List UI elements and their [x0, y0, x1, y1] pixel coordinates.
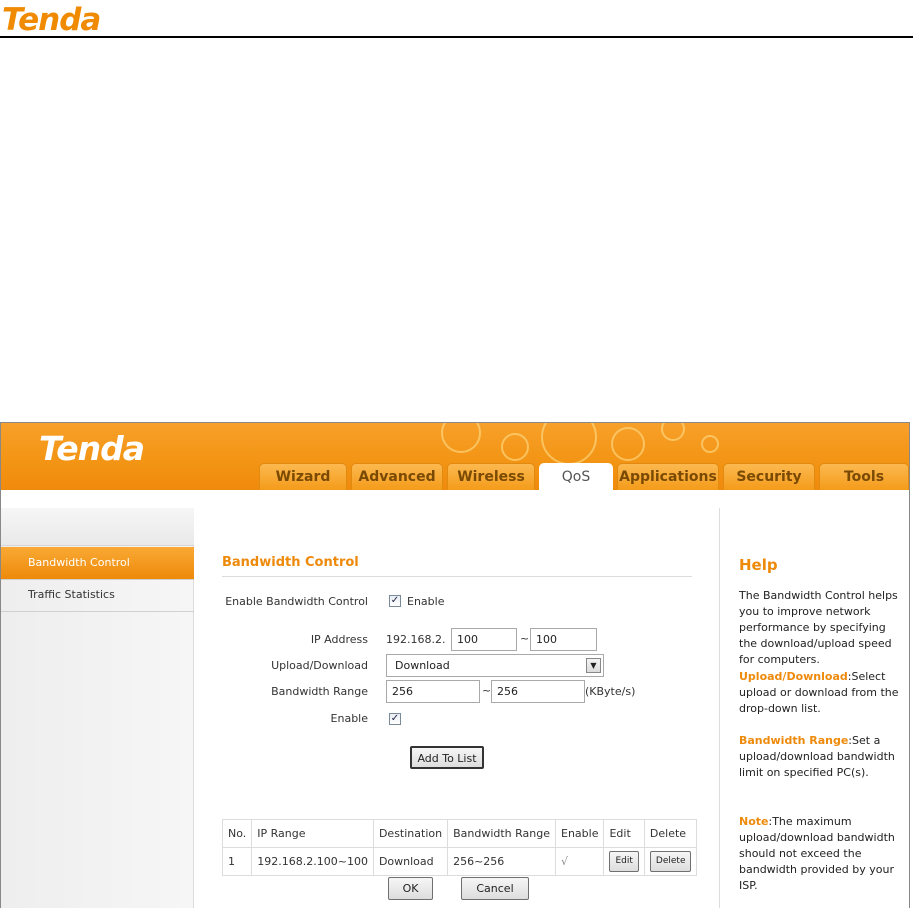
col-header-edit: Edit: [603, 819, 645, 848]
cell-bandwidth: 256~256: [447, 847, 556, 876]
help-note: Note:The maximum upload/download bandwid…: [739, 814, 899, 894]
ok-button[interactable]: OK: [388, 877, 433, 900]
help-intro: The Bandwidth Control helps you to impro…: [739, 589, 898, 666]
cancel-button[interactable]: Cancel: [461, 877, 529, 900]
sidebar-item-bandwidth-control[interactable]: Bandwidth Control: [1, 547, 194, 579]
enable-checkbox[interactable]: ✓: [389, 713, 401, 725]
help-upload-download: Upload/Download:Select upload or downloa…: [739, 669, 899, 717]
enable-label: Enable: [330, 712, 368, 725]
ip-range-tilde: ~: [520, 632, 530, 645]
col-header-destination: Destination: [372, 819, 449, 848]
subheader-bar: [1, 490, 909, 508]
add-to-list-button[interactable]: Add To List: [410, 746, 484, 769]
col-header-enable: Enable: [554, 819, 605, 848]
sidebar-item-traffic-statistics[interactable]: Traffic Statistics: [1, 579, 194, 611]
bandwidth-unit: (KByte/s): [585, 685, 636, 698]
cell-destination: Download: [372, 847, 449, 876]
edit-row-button[interactable]: Edit: [609, 851, 639, 872]
sidebar-header: [1, 508, 194, 546]
title-divider: [222, 576, 692, 577]
enable-bandwidth-checkbox[interactable]: ✓: [389, 595, 401, 607]
tab-qos[interactable]: QoS: [539, 463, 613, 492]
tab-tools[interactable]: Tools: [819, 463, 909, 491]
tab-security[interactable]: Security: [723, 463, 815, 491]
sidebar-divider: [1, 611, 194, 612]
col-header-ip-range: IP Range: [251, 819, 374, 848]
enable-bandwidth-label: Enable Bandwidth Control: [225, 595, 368, 608]
help-panel: Help The Bandwidth Control helps you to …: [719, 508, 909, 908]
main-nav-tabs: Wizard Advanced Wireless QoS Application…: [1, 463, 909, 492]
page-title: Bandwidth Control: [222, 555, 359, 570]
cell-edit: Edit: [603, 847, 645, 876]
col-header-bandwidth-range: Bandwidth Range: [447, 819, 556, 848]
ip-start-input[interactable]: 100: [451, 628, 517, 651]
help-term-upload-download: Upload/Download: [739, 670, 848, 683]
main-content: Bandwidth Control Enable Bandwidth Contr…: [195, 508, 719, 908]
cell-no: 1: [221, 847, 253, 876]
cell-delete: Delete: [643, 847, 698, 876]
bandwidth-start-input[interactable]: 256: [386, 680, 480, 703]
col-header-no: No.: [221, 819, 253, 848]
chevron-down-icon[interactable]: ▼: [586, 658, 601, 673]
ip-prefix: 192.168.2.: [386, 633, 446, 646]
bandwidth-end-input[interactable]: 256: [491, 680, 585, 703]
sidebar: Bandwidth Control Traffic Statistics: [1, 508, 194, 908]
cell-ip-range: 192.168.2.100~100: [251, 847, 374, 876]
help-term-bandwidth-range: Bandwidth Range: [739, 734, 849, 747]
upload-download-value: Download: [395, 659, 450, 672]
upload-download-select[interactable]: Download ▼: [386, 654, 604, 677]
router-ui-screenshot: Tenda Wizard Advanced Wireless QoS Appli…: [0, 422, 910, 908]
bandwidth-rules-table: No. IP Range Destination Bandwidth Range…: [221, 819, 698, 876]
document-header-rule: [0, 36, 913, 38]
help-term-note: Note: [739, 815, 769, 828]
tab-wizard[interactable]: Wizard: [259, 463, 347, 491]
table-row: 1 192.168.2.100~100 Download 256~256 √ E…: [221, 847, 698, 876]
delete-row-button[interactable]: Delete: [649, 851, 692, 872]
table-header-row: No. IP Range Destination Bandwidth Range…: [221, 819, 698, 848]
tab-applications[interactable]: Applications: [617, 463, 719, 491]
tab-advanced[interactable]: Advanced: [351, 463, 443, 491]
col-header-delete: Delete: [643, 819, 698, 848]
tab-wireless[interactable]: Wireless: [447, 463, 535, 491]
help-bandwidth-range: Bandwidth Range:Set a upload/download ba…: [739, 733, 899, 781]
bandwidth-range-tilde: ~: [482, 684, 492, 697]
help-title: Help: [739, 556, 778, 574]
cell-enable: √: [554, 847, 605, 876]
bandwidth-range-label: Bandwidth Range: [271, 685, 368, 698]
ip-address-label: IP Address: [310, 633, 368, 646]
enable-bandwidth-text: Enable: [407, 595, 445, 608]
upload-download-label: Upload/Download: [271, 659, 368, 672]
ip-end-input[interactable]: 100: [530, 628, 597, 651]
document-logo: Tenda: [2, 2, 101, 38]
